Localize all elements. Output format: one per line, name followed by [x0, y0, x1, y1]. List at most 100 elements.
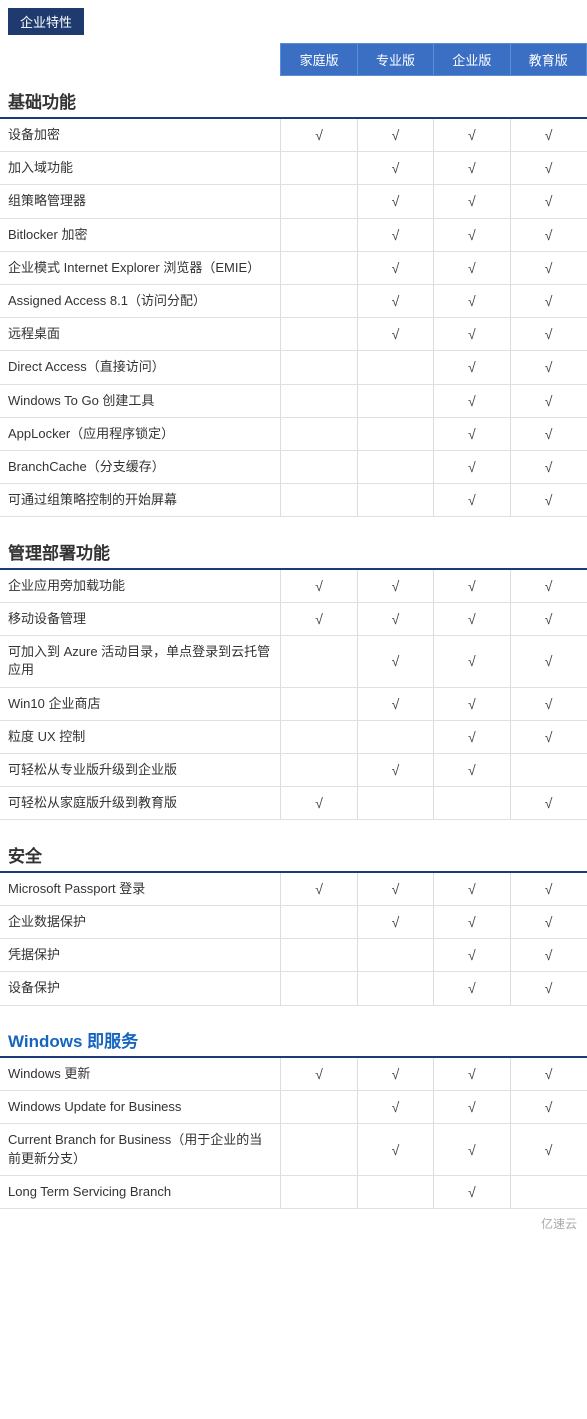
check-cell-pro: √ [357, 872, 433, 906]
check-cell-home: √ [281, 602, 357, 635]
table-row: Assigned Access 8.1（访问分配）√√√ [0, 284, 587, 317]
check-cell-ent: √ [434, 384, 510, 417]
check-cell-ent [434, 787, 510, 820]
feature-name-cell: Microsoft Passport 登录 [0, 872, 281, 906]
check-cell-edu: √ [510, 939, 586, 972]
check-mark: √ [468, 426, 476, 442]
feature-name-cell: 企业模式 Internet Explorer 浏览器（EMIE） [0, 251, 281, 284]
check-cell-pro [357, 787, 433, 820]
table-row: 可轻松从专业版升级到企业版√√ [0, 753, 587, 786]
check-mark: √ [545, 492, 553, 508]
check-cell-pro [357, 484, 433, 517]
check-cell-pro [357, 450, 433, 483]
check-mark: √ [392, 293, 400, 309]
feature-name-cell: 加入域功能 [0, 152, 281, 185]
check-cell-pro: √ [357, 753, 433, 786]
check-cell-edu: √ [510, 251, 586, 284]
table-row: Windows To Go 创建工具√√ [0, 384, 587, 417]
divider-row [0, 820, 587, 830]
table-row: 可加入到 Azure 活动目录，单点登录到云托管应用 √ √ √ [0, 636, 587, 687]
check-cell-ent: √ [434, 905, 510, 938]
check-mark: √ [468, 653, 476, 669]
check-cell-pro [357, 1175, 433, 1208]
check-mark: √ [468, 914, 476, 930]
feature-name-cell: 粒度 UX 控制 [0, 720, 281, 753]
table-row: BranchCache（分支缓存）√√ [0, 450, 587, 483]
check-cell-pro: √ [357, 118, 433, 152]
check-mark: √ [545, 947, 553, 963]
table-row: 设备保护√√ [0, 972, 587, 1005]
check-cell-pro: √ [357, 636, 433, 687]
col-pro: 专业版 [357, 44, 433, 76]
check-mark: √ [545, 359, 553, 375]
check-cell-home [281, 218, 357, 251]
feature-name-cell: Windows Update for Business [0, 1091, 281, 1124]
check-mark: √ [545, 1066, 553, 1082]
divider-cell [0, 517, 587, 527]
check-mark: √ [545, 193, 553, 209]
check-cell-edu: √ [510, 417, 586, 450]
table-row: 加入域功能 √ √ √ [0, 152, 587, 185]
feature-name-cell: 组策略管理器 [0, 185, 281, 218]
check-cell-ent: √ [434, 1091, 510, 1124]
table-header-row: 家庭版 专业版 企业版 教育版 [0, 44, 587, 76]
check-cell-edu: √ [510, 1091, 586, 1124]
check-cell-ent: √ [434, 687, 510, 720]
check-mark: √ [392, 160, 400, 176]
feature-name-cell: 设备保护 [0, 972, 281, 1005]
check-mark: √ [392, 696, 400, 712]
divider-cell [0, 820, 587, 830]
check-cell-edu: √ [510, 720, 586, 753]
feature-name-cell: Assigned Access 8.1（访问分配） [0, 284, 281, 317]
check-cell-pro: √ [357, 218, 433, 251]
check-mark: √ [468, 293, 476, 309]
check-cell-home: √ [281, 1057, 357, 1091]
check-mark: √ [468, 1066, 476, 1082]
check-cell-ent: √ [434, 1175, 510, 1208]
check-mark: √ [545, 914, 553, 930]
feature-name-cell: BranchCache（分支缓存） [0, 450, 281, 483]
check-mark: √ [392, 1066, 400, 1082]
check-mark: √ [392, 762, 400, 778]
table-row: 远程桌面√√√ [0, 318, 587, 351]
check-cell-pro: √ [357, 905, 433, 938]
check-cell-edu: √ [510, 185, 586, 218]
section-title-servicing: Windows 即服务 [0, 1015, 587, 1057]
check-cell-home [281, 939, 357, 972]
check-cell-edu: √ [510, 118, 586, 152]
table-row: Windows Update for Business√√√ [0, 1091, 587, 1124]
check-mark: √ [468, 762, 476, 778]
check-cell-ent: √ [434, 872, 510, 906]
check-cell-home [281, 1175, 357, 1208]
check-mark: √ [392, 578, 400, 594]
check-cell-home [281, 384, 357, 417]
check-cell-pro [357, 972, 433, 1005]
check-mark: √ [392, 1142, 400, 1158]
check-cell-edu: √ [510, 787, 586, 820]
check-cell-edu: √ [510, 351, 586, 384]
check-mark: √ [468, 260, 476, 276]
check-mark: √ [545, 696, 553, 712]
check-cell-ent: √ [434, 972, 510, 1005]
check-cell-edu: √ [510, 152, 586, 185]
table-row: 企业模式 Internet Explorer 浏览器（EMIE） √ √ √ [0, 251, 587, 284]
check-mark: √ [545, 795, 553, 811]
check-cell-edu: √ [510, 687, 586, 720]
check-mark: √ [468, 160, 476, 176]
feature-name-cell: AppLocker（应用程序锁定） [0, 417, 281, 450]
check-cell-ent: √ [434, 284, 510, 317]
check-cell-ent: √ [434, 318, 510, 351]
check-mark: √ [545, 227, 553, 243]
check-mark: √ [468, 881, 476, 897]
table-row: 移动设备管理√√√√ [0, 602, 587, 635]
check-cell-home [281, 1124, 357, 1175]
feature-name-cell: 企业应用旁加载功能 [0, 569, 281, 603]
feature-name-cell: 远程桌面 [0, 318, 281, 351]
check-cell-home [281, 351, 357, 384]
check-mark: √ [392, 227, 400, 243]
check-cell-edu: √ [510, 636, 586, 687]
feature-name-cell: 可加入到 Azure 活动目录，单点登录到云托管应用 [0, 636, 281, 687]
check-cell-ent: √ [434, 351, 510, 384]
check-cell-ent: √ [434, 185, 510, 218]
check-cell-pro: √ [357, 251, 433, 284]
